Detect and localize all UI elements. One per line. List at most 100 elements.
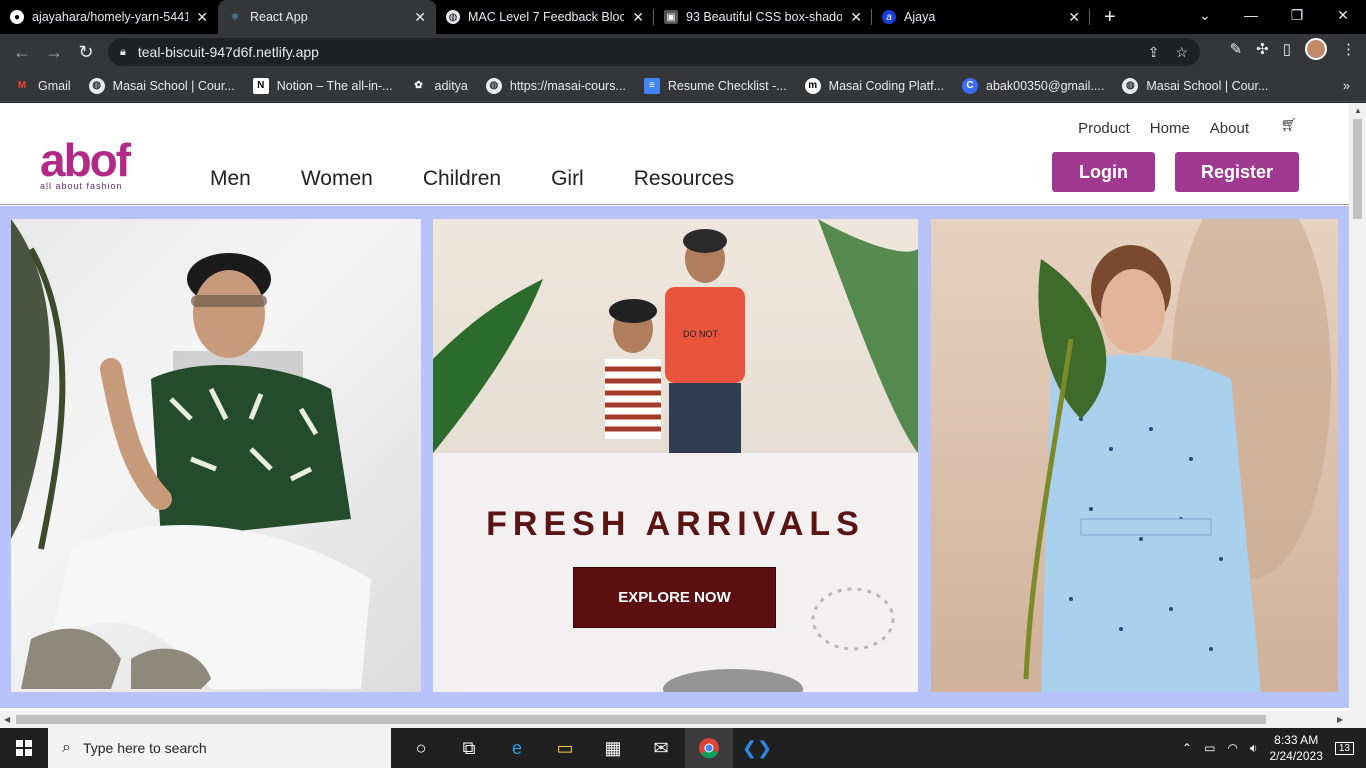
top-link-product[interactable]: Product: [1078, 120, 1130, 137]
bookmark-masai-2[interactable]: ◍ Masai School | Cour...: [1122, 77, 1268, 94]
close-icon[interactable]: ✕: [414, 9, 426, 26]
login-button[interactable]: Login: [1052, 152, 1155, 192]
forward-icon[interactable]: →: [38, 42, 70, 63]
store-icon[interactable]: ▦: [589, 728, 637, 768]
women-banner-image[interactable]: [931, 219, 1338, 692]
tab-title: MAC Level 7 Feedback Block: [468, 10, 625, 24]
fresh-arrivals-banner: DO NOT FRESH ARRIVALS EXPLORE NOW: [433, 219, 918, 692]
chrome-icon[interactable]: [685, 728, 733, 768]
menu-icon[interactable]: ⋮: [1341, 40, 1356, 58]
scroll-thumb[interactable]: [1353, 119, 1362, 219]
edge-icon[interactable]: e: [493, 728, 541, 768]
volume-icon[interactable]: 🔉︎: [1250, 741, 1258, 756]
globe-icon: ◍: [1122, 77, 1139, 94]
puzzle-icon[interactable]: ✣: [1256, 40, 1269, 58]
extension-icon[interactable]: ✎: [1230, 40, 1243, 58]
site-logo[interactable]: abof all about fashion: [40, 134, 131, 191]
scroll-left-icon[interactable]: ◀: [4, 715, 10, 724]
top-link-home[interactable]: Home: [1150, 120, 1190, 137]
nav-men[interactable]: Men: [210, 167, 251, 191]
bookmark-masai-coding[interactable]: m Masai Coding Platf...: [804, 77, 944, 94]
main-nav: Men Women Children Girl Resources: [210, 167, 734, 191]
tab-mac-feedback[interactable]: ◍ MAC Level 7 Feedback Block ✕: [436, 0, 654, 34]
browser-toolbar: ← → ↻ 🔒︎ teal-biscuit-947d6f.netlify.app…: [0, 34, 1366, 70]
close-icon[interactable]: ✕: [1068, 9, 1080, 26]
clock[interactable]: 8:33 AM 2/24/2023: [1269, 732, 1322, 764]
bookmark-gmail[interactable]: M Gmail: [14, 78, 71, 94]
avatar[interactable]: [1305, 38, 1327, 60]
globe-icon: ◍: [485, 77, 502, 94]
hero-banner: DO NOT FRESH ARRIVALS EXPLORE NOW: [0, 206, 1349, 708]
reload-icon[interactable]: ↻: [70, 42, 102, 63]
kids-illustration: DO NOT: [433, 219, 918, 453]
vscode-icon[interactable]: ❮❯: [733, 728, 781, 768]
bookmark-masai-1[interactable]: ◍ Masai School | Cour...: [88, 77, 235, 94]
nav-resources[interactable]: Resources: [634, 167, 734, 191]
chevron-up-icon[interactable]: ⌃: [1182, 741, 1192, 755]
close-icon[interactable]: ✕: [850, 9, 862, 26]
men-banner-image[interactable]: [11, 219, 421, 692]
minimize-button[interactable]: —: [1228, 0, 1274, 34]
file-explorer-icon[interactable]: ▭: [541, 728, 589, 768]
scroll-right-icon[interactable]: ▶: [1337, 715, 1343, 724]
c-icon: C: [962, 77, 979, 94]
tab-search-icon[interactable]: ⌄: [1182, 0, 1228, 34]
close-icon[interactable]: ✕: [632, 9, 644, 26]
taskbar-apps: ○ ⧉ e ▭ ▦ ✉ ❮❯: [397, 728, 781, 768]
top-links: Product Home About: [1078, 120, 1249, 137]
tab-css-box-shadow[interactable]: ▣ 93 Beautiful CSS box-shadow ✕: [654, 0, 872, 34]
windows-start-icon[interactable]: [0, 740, 48, 756]
side-panel-icon[interactable]: ▯: [1283, 40, 1291, 58]
lock-icon: 🔒︎: [120, 45, 126, 58]
scroll-thumb[interactable]: [16, 715, 1266, 724]
tab-ajaya[interactable]: a Ajaya ✕: [872, 0, 1090, 34]
new-tab-button[interactable]: +: [1104, 0, 1116, 34]
scroll-up-icon[interactable]: ▲: [1354, 106, 1362, 115]
horizontal-scrollbar[interactable]: ◀ ▶: [0, 711, 1366, 728]
bookmark-star-icon[interactable]: ☆: [1175, 44, 1188, 61]
address-bar[interactable]: 🔒︎ teal-biscuit-947d6f.netlify.app ⇪ ☆: [108, 38, 1200, 66]
nav-girl[interactable]: Girl: [551, 167, 584, 191]
clock-date: 2/24/2023: [1269, 749, 1323, 763]
window-controls: ⌄ — ❐ ✕: [1182, 0, 1366, 34]
cortana-icon[interactable]: ○: [397, 728, 445, 768]
share-icon[interactable]: ⇪: [1148, 44, 1160, 61]
bookmark-resume[interactable]: ≡ Resume Checklist -...: [643, 77, 787, 94]
men-model-illustration: [11, 219, 371, 689]
bookmark-email[interactable]: Cabak00350@gmail....: [962, 77, 1104, 94]
tab-react-app[interactable]: ⚛ React App ✕: [218, 0, 436, 34]
tab-github[interactable]: ● ajayahara/homely-yarn-5441 ✕: [0, 0, 218, 34]
github-icon: ●: [10, 10, 24, 24]
close-window-button[interactable]: ✕: [1320, 0, 1366, 34]
register-button[interactable]: Register: [1175, 152, 1299, 192]
wifi-icon[interactable]: ◠: [1227, 741, 1237, 755]
vertical-scrollbar[interactable]: ▲: [1349, 103, 1366, 711]
bookmark-label: aditya: [434, 78, 468, 93]
bookmark-notion[interactable]: N Notion – The all-in-...: [252, 77, 393, 94]
bookmark-masai-course[interactable]: ◍ https://masai-cours...: [485, 77, 626, 94]
mail-icon[interactable]: ✉: [637, 728, 685, 768]
ajaya-icon: a: [882, 10, 896, 24]
explore-now-button[interactable]: EXPLORE NOW: [573, 567, 776, 628]
nav-children[interactable]: Children: [423, 167, 501, 191]
battery-icon[interactable]: ▭: [1204, 741, 1215, 755]
logo-wordmark: abof: [40, 134, 131, 186]
close-icon[interactable]: ✕: [196, 9, 208, 26]
page-viewport: abof all about fashion Product Home Abou…: [0, 103, 1366, 728]
back-icon[interactable]: ←: [6, 42, 38, 63]
notification-icon[interactable]: 13: [1334, 741, 1354, 755]
cart-icon[interactable]: 🛒︎: [1280, 117, 1297, 133]
tab-title: React App: [250, 10, 308, 24]
top-link-about[interactable]: About: [1210, 120, 1249, 137]
maximize-button[interactable]: ❐: [1274, 0, 1320, 34]
more-bookmarks-icon[interactable]: »: [1343, 79, 1350, 93]
windows-taskbar: ⌕ Type here to search ○ ⧉ e ▭ ▦ ✉ ❮❯ ⌃ ▭…: [0, 728, 1366, 768]
taskbar-search-box[interactable]: ⌕ Type here to search: [48, 728, 391, 768]
bookmark-aditya[interactable]: ✿ aditya: [411, 78, 468, 94]
browser-tab-strip: ● ajayahara/homely-yarn-5441 ✕ ⚛ React A…: [0, 0, 1366, 34]
task-view-icon[interactable]: ⧉: [445, 728, 493, 768]
logo-text: abof: [40, 134, 131, 186]
react-icon: ⚛: [230, 11, 240, 23]
bookmark-label: https://masai-cours...: [509, 78, 626, 93]
nav-women[interactable]: Women: [301, 167, 373, 191]
